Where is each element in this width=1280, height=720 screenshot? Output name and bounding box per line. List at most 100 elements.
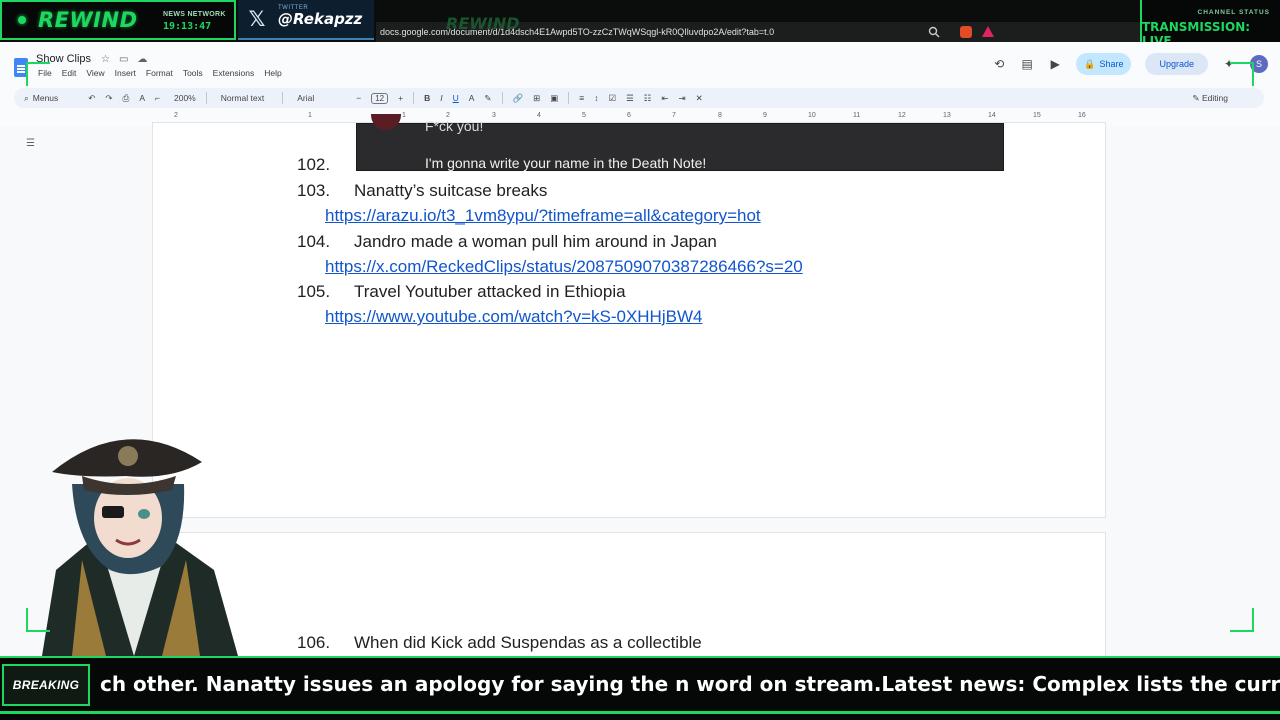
ruler-tick: 9 [763, 112, 767, 119]
rewind-logo: REWIND [38, 8, 138, 32]
list-text: Nanatty’s suitcase breaks [354, 181, 548, 200]
list-text: Travel Youtuber attacked in Ethiopia [354, 282, 626, 301]
twitter-handle: @Rekapzz [278, 10, 363, 28]
decrease-indent-icon[interactable]: ⇤ [661, 93, 668, 104]
frame-corner [1230, 62, 1254, 86]
upgrade-button[interactable]: Upgrade [1145, 53, 1208, 75]
undo-icon[interactable]: ↶ [88, 93, 95, 104]
link-icon[interactable]: 🔗 [513, 93, 524, 104]
x-logo-icon: 𝕏 [248, 7, 266, 31]
frame-corner [26, 608, 50, 632]
search-icon[interactable] [928, 26, 940, 38]
embed-top-text: F*ck you! [425, 118, 484, 134]
image-icon[interactable]: ▣ [550, 93, 558, 104]
comments-icon[interactable]: ▤ [1020, 57, 1034, 71]
rewind-watermark: REWIND [446, 14, 520, 33]
menu-extensions[interactable]: Extensions [213, 68, 255, 78]
menu-tools[interactable]: Tools [183, 68, 203, 78]
list-number: 102. [297, 155, 331, 174]
line-spacing-icon[interactable]: ↕ [594, 93, 598, 103]
increase-indent-icon[interactable]: ⇥ [678, 93, 685, 104]
menu-edit[interactable]: Edit [62, 68, 77, 78]
clip-link[interactable]: https://arazu.io/t3_1vm8ypu/?timeframe=a… [325, 206, 761, 226]
zoom-select[interactable]: 200% [174, 93, 196, 103]
list-item[interactable]: 103. Nanatty’s suitcase breaks [297, 181, 547, 201]
menu-format[interactable]: Format [146, 68, 173, 78]
move-folder-icon[interactable]: ▭ [119, 54, 137, 65]
list-item[interactable]: 102. [297, 155, 354, 175]
list-text: Jandro made a woman pull him around in J… [354, 232, 717, 251]
menu-help[interactable]: Help [264, 68, 281, 78]
ruler-tick: 8 [718, 112, 722, 119]
document-outline-icon[interactable]: ☰ [26, 138, 35, 149]
list-item[interactable]: 104. Jandro made a woman pull him around … [297, 232, 717, 252]
italic-icon[interactable]: I [440, 93, 442, 103]
channel-status-box: CHANNEL STATUS TRANSMISSION: LIVE [1140, 0, 1280, 48]
print-icon[interactable]: ⎙ [123, 93, 130, 104]
embedded-screenshot[interactable]: F*ck you! I'm gonna write your name in t… [356, 114, 1004, 171]
overlay-clock: 19:13:47 [163, 21, 212, 32]
twitter-label: TWITTER [278, 5, 309, 11]
highlight-icon[interactable]: ✎ [484, 93, 491, 104]
menu-view[interactable]: View [86, 68, 104, 78]
list-item[interactable]: 106. When did Kick add Suspendas as a col… [297, 633, 702, 653]
meet-icon[interactable]: ▶ [1048, 57, 1062, 71]
address-url[interactable]: docs.google.com/document/d/1d4dsch4E1Awp… [380, 27, 774, 37]
network-label: NEWS NETWORK [163, 11, 226, 18]
ruler-tick: 3 [492, 112, 496, 119]
formatting-toolbar: ⌕ Menus ↶ ↷ ⎙ A ⌐ 200% Normal text Arial… [14, 88, 1264, 108]
list-number: 105. [297, 282, 331, 301]
font-size-input[interactable]: 12 [371, 92, 389, 104]
embed-line-text: I'm gonna write your name in the Death N… [425, 155, 707, 171]
lock-icon: 🔒 [1084, 58, 1096, 69]
ticker-text: ch other. Nanatty issues an apology for … [100, 672, 1280, 696]
align-icon[interactable]: ≡ [579, 93, 584, 103]
document-page[interactable]: 106. When did Kick add Suspendas as a col… [152, 532, 1106, 662]
clear-formatting-icon[interactable]: ✕ [696, 93, 703, 104]
search-menus-icon[interactable]: ⌕ [24, 93, 29, 104]
extension-icon[interactable] [960, 26, 972, 38]
comment-icon[interactable]: ⊞ [533, 93, 540, 104]
paint-format-icon[interactable]: ⌐ [155, 93, 160, 103]
search-menus-label[interactable]: Menus [33, 93, 59, 103]
frame-corner [26, 62, 50, 86]
share-button[interactable]: 🔒 Share [1076, 53, 1132, 75]
bullet-list-icon[interactable]: ☰ [626, 93, 634, 104]
ruler-tick: 1 [402, 112, 406, 119]
frame-corner [1230, 608, 1254, 632]
text-color-icon[interactable]: A [469, 93, 475, 103]
clip-link[interactable]: https://x.com/ReckedClips/status/2087509… [325, 257, 803, 277]
increase-font-icon[interactable]: + [398, 93, 403, 103]
menu-insert[interactable]: Insert [115, 68, 136, 78]
news-ticker: BREAKING ch other. Nanatty issues an apo… [0, 656, 1280, 720]
list-text: When did Kick add Suspendas as a collect… [354, 633, 702, 652]
underline-icon[interactable]: U [453, 93, 459, 103]
star-icon[interactable]: ☆ [101, 54, 119, 65]
redo-icon[interactable]: ↷ [105, 93, 112, 104]
clip-link[interactable]: https://www.youtube.com/watch?v=kS-0XHHj… [325, 307, 702, 327]
bold-icon[interactable]: B [424, 93, 430, 103]
cloud-status-icon[interactable]: ☁ [137, 54, 156, 65]
breaking-badge: BREAKING [2, 664, 90, 706]
document-page[interactable]: F*ck you! I'm gonna write your name in t… [152, 114, 1106, 518]
style-select[interactable]: Normal text [221, 93, 264, 103]
ruler-tick: 11 [853, 112, 861, 119]
header-actions: ⟲ ▤ ▶ 🔒 Share Upgrade ✦ S [992, 52, 1268, 76]
font-select[interactable]: Arial [297, 93, 314, 103]
channel-status-label: CHANNEL STATUS [1197, 9, 1270, 16]
alert-extension-icon[interactable] [982, 26, 994, 37]
checklist-icon[interactable]: ☑ [608, 93, 616, 104]
ruler-tick: 13 [943, 112, 951, 119]
share-label: Share [1099, 59, 1124, 69]
ticker-underline [0, 711, 1280, 714]
rewind-logo-box: REWIND NEWS NETWORK 19:13:47 [0, 0, 236, 40]
numbered-list-icon[interactable]: ☷ [644, 93, 652, 104]
decrease-font-icon[interactable]: − [356, 93, 361, 103]
live-dot-icon [18, 16, 26, 24]
spellcheck-icon[interactable]: A [139, 93, 145, 103]
version-history-icon[interactable]: ⟲ [992, 57, 1006, 71]
list-number: 103. [297, 181, 331, 200]
list-item[interactable]: 105. Travel Youtuber attacked in Ethiopia [297, 282, 626, 302]
docs-header: Show Clips ☆▭☁ File Edit View Insert For… [0, 42, 1280, 126]
vtuber-avatar [42, 439, 238, 656]
